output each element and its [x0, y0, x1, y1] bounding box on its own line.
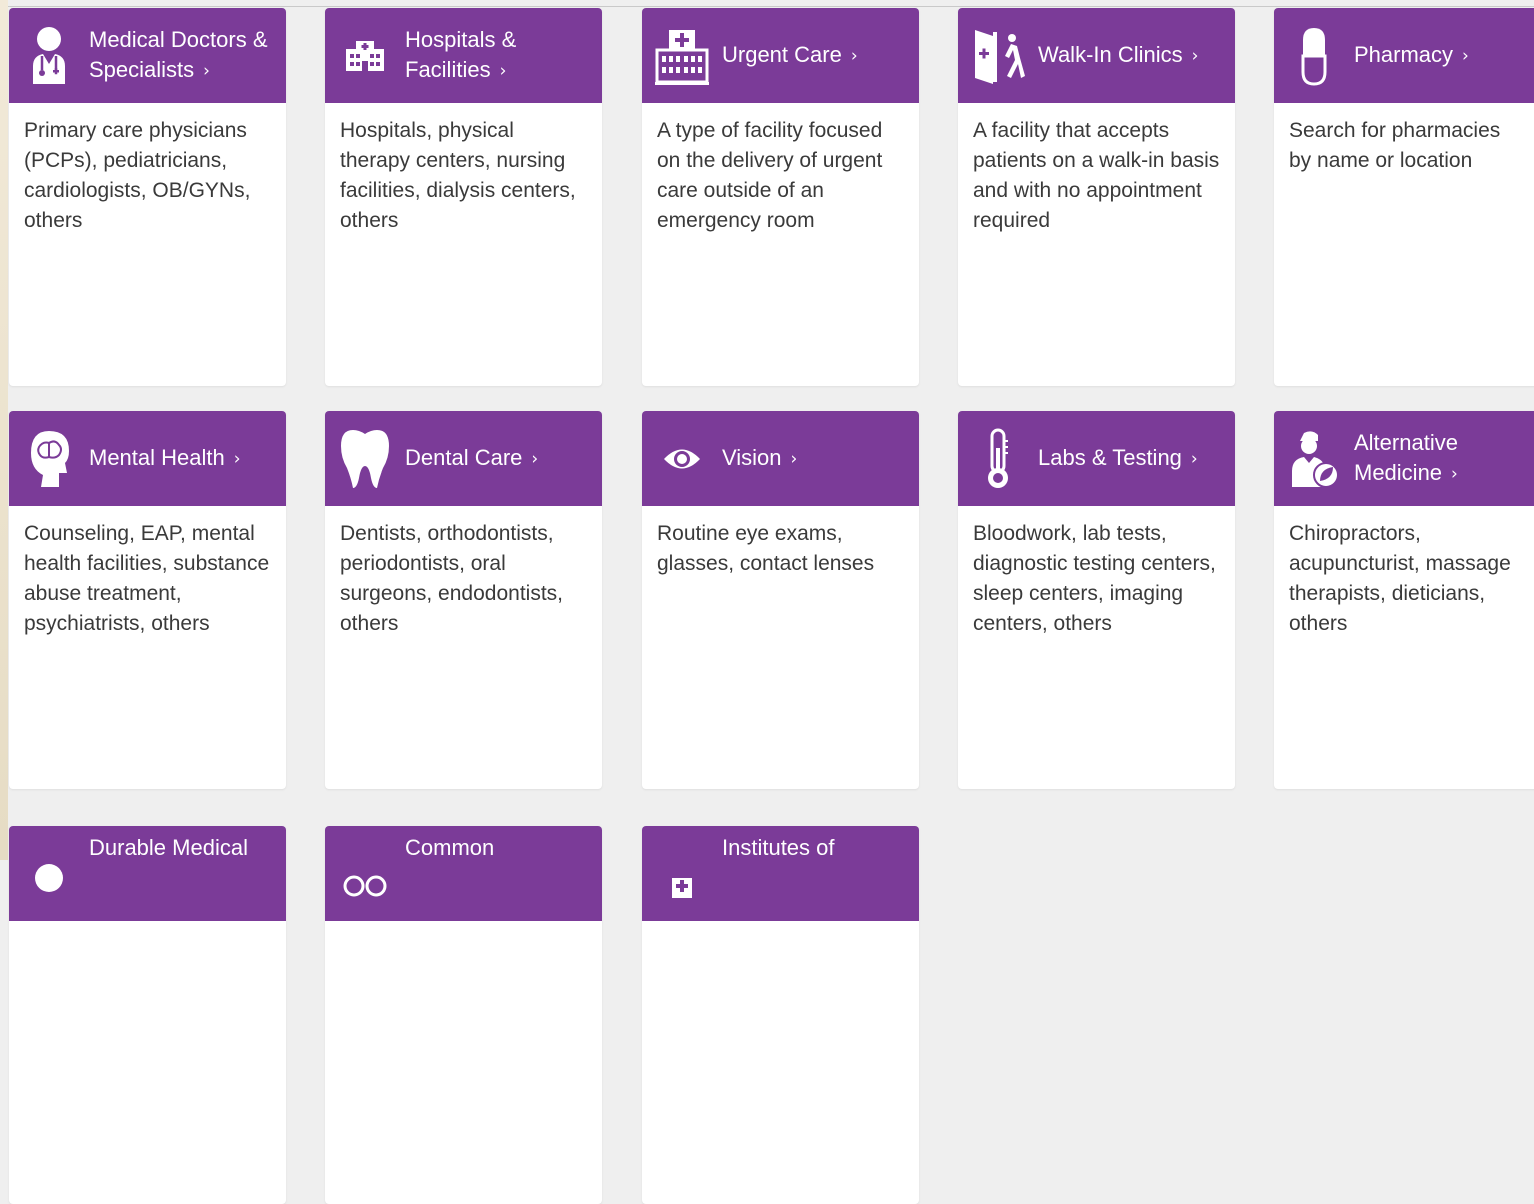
chevron-right-icon: ›	[1451, 464, 1458, 484]
card-title-dental-care[interactable]: Dental Care ›	[405, 411, 592, 506]
card-labs-testing: Labs & Testing › Bloodwork, lab tests, di…	[958, 411, 1235, 789]
title-line-1: Walk-In Clinics	[1038, 42, 1183, 67]
card-mental-health: Mental Health › Counseling, EAP, mental h…	[9, 411, 286, 789]
chevron-right-icon: ›	[531, 449, 539, 469]
card-vision: Vision › Routine eye exams, glasses, cont…	[642, 411, 919, 789]
card-title-urgent-care[interactable]: Urgent Care ›	[722, 8, 909, 103]
card-description-labs-testing: Bloodwork, lab tests, diagnostic testing…	[973, 522, 1216, 635]
card-description-urgent-care: A type of facility focused on the delive…	[657, 119, 883, 232]
title-line-1: Durable Medical	[89, 835, 248, 860]
card-description-alternative-medicine: Chiropractors, acupuncturist, massage th…	[1289, 522, 1511, 635]
title-line-2: Specialists	[89, 57, 195, 82]
card-header-mental-health[interactable]: Mental Health ›	[9, 411, 286, 506]
title-line-1: Hospitals &	[405, 27, 517, 52]
card-header-hospitals[interactable]: Hospitals & Facilities ›	[325, 8, 602, 103]
eye-icon	[654, 421, 710, 497]
card-description-walk-in-clinics: A facility that accepts patients on a wa…	[973, 119, 1220, 232]
chevron-right-icon: ›	[203, 61, 210, 81]
title-line-1: Common	[405, 835, 495, 860]
chevron-right-icon: ›	[233, 449, 241, 469]
card-header-medical-doctors[interactable]: Medical Doctors & Specialists ›	[9, 8, 286, 103]
urgent-care-building-icon	[654, 18, 710, 94]
card-common: Common	[325, 826, 602, 1204]
chevron-right-icon: ›	[499, 61, 507, 81]
left-edge-strip	[0, 0, 8, 860]
title-line-2: Medicine	[1354, 460, 1443, 485]
chevron-right-icon: ›	[850, 46, 858, 66]
card-title-pharmacy[interactable]: Pharmacy ›	[1354, 8, 1526, 103]
card-alternative-medicine: Alternative Medicine › Chiropractors, acu…	[1274, 411, 1534, 789]
card-title-vision[interactable]: Vision ›	[722, 411, 909, 506]
chevron-right-icon: ›	[1462, 46, 1469, 66]
card-description-pharmacy: Search for pharmacies by name or locatio…	[1289, 119, 1501, 172]
title-line-2: Facilities	[405, 57, 491, 82]
plus-icon	[654, 840, 710, 916]
equipment-icon	[21, 840, 77, 916]
card-durable-medical: Durable Medical	[9, 826, 286, 1204]
card-dental-care: Dental Care › Dentists, orthodontists, pe…	[325, 411, 602, 789]
card-title-alternative-medicine[interactable]: Alternative Medicine ›	[1354, 411, 1526, 506]
chevron-right-icon: ›	[790, 449, 798, 469]
top-divider	[8, 6, 1534, 7]
walk-in-door-icon	[970, 18, 1026, 94]
card-title-labs-testing[interactable]: Labs & Testing ›	[1038, 411, 1225, 506]
card-walk-in-clinics: Walk-In Clinics › A facility that accepts…	[958, 8, 1235, 386]
card-urgent-care: Urgent Care › A type of facility focused …	[642, 8, 919, 386]
title-line-1: Labs & Testing	[1038, 445, 1182, 470]
card-title-hospitals[interactable]: Hospitals & Facilities ›	[405, 8, 592, 103]
card-title-medical-doctors[interactable]: Medical Doctors & Specialists ›	[89, 8, 276, 103]
chevron-right-icon: ›	[1190, 449, 1198, 469]
card-medical-doctors: Medical Doctors & Specialists › Primary c…	[9, 8, 286, 386]
title-line-1: Alternative	[1354, 430, 1458, 455]
card-header-durable-medical[interactable]: Durable Medical	[9, 826, 286, 921]
card-hospitals: Hospitals & Facilities › Hospitals, physi…	[325, 8, 602, 386]
card-title-institutes[interactable]: Institutes of	[722, 826, 909, 928]
title-line-1: Medical Doctors &	[89, 27, 268, 52]
card-description-vision: Routine eye exams, glasses, contact lens…	[657, 522, 875, 575]
card-description-medical-doctors: Primary care physicians (PCPs), pediatri…	[24, 119, 251, 232]
thermometer-icon	[970, 421, 1026, 497]
tooth-icon	[337, 421, 393, 497]
title-line-1: Institutes of	[722, 835, 835, 860]
head-brain-icon	[21, 421, 77, 497]
card-header-pharmacy[interactable]: Pharmacy ›	[1274, 8, 1534, 103]
card-header-urgent-care[interactable]: Urgent Care ›	[642, 8, 919, 103]
card-header-labs-testing[interactable]: Labs & Testing ›	[958, 411, 1235, 506]
pill-capsule-icon	[1286, 18, 1342, 94]
hospital-icon	[337, 18, 393, 94]
card-header-vision[interactable]: Vision ›	[642, 411, 919, 506]
card-title-walk-in-clinics[interactable]: Walk-In Clinics ›	[1038, 8, 1225, 103]
glasses-icon	[337, 840, 393, 916]
title-line-1: Vision	[722, 445, 782, 470]
title-line-1: Dental Care	[405, 445, 523, 470]
card-header-walk-in-clinics[interactable]: Walk-In Clinics ›	[958, 8, 1235, 103]
doctor-icon	[21, 18, 77, 94]
card-header-institutes[interactable]: Institutes of	[642, 826, 919, 921]
card-description-hospitals: Hospitals, physical therapy centers, nur…	[340, 119, 576, 232]
chevron-right-icon: ›	[1191, 46, 1199, 66]
card-header-common[interactable]: Common	[325, 826, 602, 921]
card-institutes: Institutes of	[642, 826, 919, 1204]
title-line-1: Mental Health	[89, 445, 225, 470]
card-header-dental-care[interactable]: Dental Care ›	[325, 411, 602, 506]
card-description-mental-health: Counseling, EAP, mental health facilitie…	[24, 522, 270, 635]
title-line-1: Urgent Care	[722, 42, 842, 67]
practitioner-leaf-icon	[1286, 421, 1342, 497]
card-pharmacy: Pharmacy › Search for pharmacies by name …	[1274, 8, 1534, 386]
card-header-alternative-medicine[interactable]: Alternative Medicine ›	[1274, 411, 1534, 506]
card-title-durable-medical[interactable]: Durable Medical	[89, 826, 276, 928]
title-line-1: Pharmacy	[1354, 42, 1454, 67]
card-title-common[interactable]: Common	[405, 826, 592, 928]
card-title-mental-health[interactable]: Mental Health ›	[89, 411, 276, 506]
card-description-dental-care: Dentists, orthodontists, periodontists, …	[340, 522, 563, 635]
